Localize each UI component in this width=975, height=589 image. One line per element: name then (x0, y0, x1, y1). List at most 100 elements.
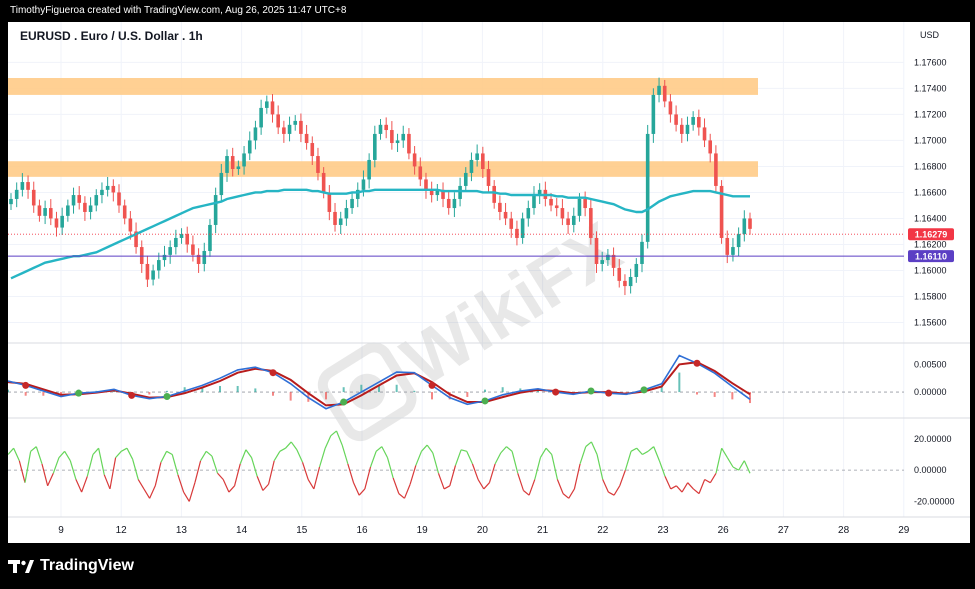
macd-histogram-bar (24, 392, 27, 396)
candle-body (532, 195, 536, 209)
osc-segment (132, 459, 139, 480)
candle-body (111, 185, 116, 193)
candle-body (407, 133, 411, 154)
osc-segment (398, 493, 405, 499)
osc-tick-label: 0.00000 (914, 465, 947, 475)
candle-body (236, 166, 241, 170)
osc-segment (301, 462, 309, 480)
osc-segment (443, 485, 451, 490)
osc-segment (709, 472, 717, 483)
tradingview-footer[interactable]: TradingView (8, 553, 134, 579)
candle-body (600, 260, 604, 264)
osc-segment (647, 446, 655, 452)
candle-body (208, 224, 212, 251)
osc-segment (273, 451, 281, 462)
candle-body (304, 133, 309, 144)
osc-segment (545, 447, 553, 455)
x-tick-label: 29 (898, 525, 910, 536)
osc-segment (279, 447, 286, 452)
wikifx-watermark: WikiFX (317, 208, 635, 442)
candle-body (418, 166, 423, 180)
candle-body (645, 133, 650, 242)
x-tick-label: 28 (838, 525, 850, 536)
candle-body (9, 198, 13, 205)
osc-segment (52, 457, 60, 474)
osc-segment (551, 454, 559, 480)
osc-segment (466, 451, 474, 465)
candle-body (327, 192, 332, 212)
osc-segment (166, 450, 173, 455)
x-tick-label: 19 (417, 525, 429, 536)
macd-tick-label: 0.00000 (914, 387, 947, 397)
osc-segment (596, 454, 604, 480)
macd-histogram-bar (272, 392, 274, 396)
candle-body (685, 124, 690, 134)
candle-body (253, 127, 258, 141)
candle-body (60, 215, 64, 228)
candle-body (390, 130, 394, 144)
candle-body (310, 143, 315, 157)
candle-body (486, 169, 491, 186)
osc-segment (585, 441, 592, 448)
candle-body (748, 218, 752, 229)
price-tick-label: 1.17000 (914, 135, 947, 145)
osc-segment (500, 446, 507, 454)
candle-body (628, 276, 633, 287)
osc-segment (494, 452, 502, 465)
osc-segment (58, 450, 66, 459)
candle-body (412, 153, 417, 167)
candle-body (697, 117, 701, 128)
candle-body (367, 159, 371, 180)
macd-histogram-bar (166, 390, 168, 393)
osc-segment (109, 457, 117, 490)
macd-histogram-bar (325, 392, 327, 400)
candle-body (191, 244, 195, 255)
price-tick-label: 1.17600 (914, 57, 947, 67)
chart-title: EURUSD . Euro / U.S. Dollar . 1h (20, 29, 203, 43)
macd-histogram-bar (696, 392, 698, 395)
candle-body (384, 124, 388, 131)
osc-segment (41, 463, 49, 486)
x-tick-label: 12 (116, 525, 128, 536)
osc-segment (75, 479, 83, 493)
osc-segment (171, 454, 179, 475)
osc-segment (222, 479, 230, 493)
price-tick-label: 1.16800 (914, 161, 947, 171)
osc-segment (483, 482, 490, 490)
price-tick-label: 1.17400 (914, 83, 947, 93)
candle-body (594, 237, 599, 264)
osc-segment (471, 463, 479, 480)
candle-body (26, 182, 30, 190)
osc-segment (608, 491, 615, 496)
osc-segment (506, 446, 513, 452)
candle-body (469, 159, 474, 173)
watermark-text: WikiFX (389, 208, 634, 403)
candle-body (48, 208, 53, 219)
osc-segment (330, 430, 337, 437)
chart-panel[interactable]: WikiFX 1.16279 1.16110 9 12 13 14 15 16 19 20 21 2… (8, 22, 970, 543)
osc-segment (653, 446, 660, 461)
candle-body (424, 179, 428, 190)
price-tick-label: 1.16200 (914, 239, 947, 249)
macd-histogram-bar (431, 392, 433, 400)
candle-body (566, 218, 570, 225)
candle-body (452, 198, 457, 209)
candle-body (179, 234, 184, 238)
price-candles (9, 77, 752, 296)
macd-tick-label: 0.00500 (914, 359, 947, 369)
oscillator-pane (8, 430, 904, 502)
osc-segment (228, 485, 236, 493)
candle-body (611, 254, 616, 268)
chart-svg[interactable]: WikiFX 1.16279 1.16110 9 12 13 14 15 16 19 20 21 2… (8, 22, 970, 543)
candle-body (736, 234, 741, 248)
chart-credit: TimothyFigueroa created with TradingView… (10, 5, 347, 16)
osc-segment (137, 479, 145, 490)
grid-lines (8, 22, 905, 517)
macd-cross-marker (22, 381, 30, 389)
candle-body (139, 247, 144, 264)
osc-segment (285, 441, 292, 449)
candle-body (259, 107, 263, 128)
osc-segment (477, 479, 485, 490)
osc-segment (743, 460, 751, 474)
osc-segment (8, 447, 15, 455)
